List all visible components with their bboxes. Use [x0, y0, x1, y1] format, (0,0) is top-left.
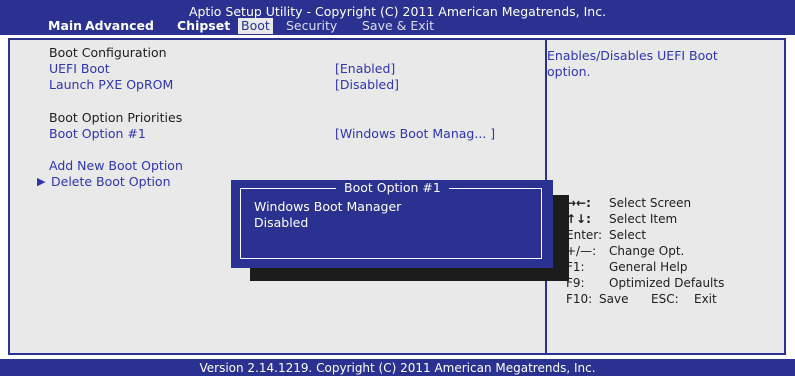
tab-security[interactable]: Security	[283, 18, 340, 34]
tab-boot[interactable]: Boot	[238, 18, 273, 34]
arrows-left-right-icon: →←:	[566, 196, 591, 210]
title-bar: Aptio Setup Utility - Copyright (C) 2011…	[0, 0, 795, 35]
tab-main[interactable]: Main	[45, 18, 85, 34]
tab-chipset[interactable]: Chipset	[174, 18, 233, 34]
app-title: Aptio Setup Utility - Copyright (C) 2011…	[188, 4, 607, 19]
key-row-select-screen: →←: Select Screen	[556, 195, 781, 211]
submenu-arrow-icon: ▶	[37, 175, 46, 188]
key-desc: Select	[609, 228, 647, 242]
tab-advanced[interactable]: Advanced	[82, 18, 157, 34]
delete-boot-option[interactable]: Delete Boot Option	[51, 174, 171, 189]
boot-option-1-label[interactable]: Boot Option #1	[49, 126, 146, 141]
arrows-up-down-icon: ↑↓:	[566, 212, 591, 226]
uefi-boot-value[interactable]: [Enabled]	[335, 61, 395, 76]
boot-option-popup: Boot Option #1 Windows Boot Manager Disa…	[231, 180, 553, 268]
key-legend: →←: Select Screen ↑↓: Select Item Enter:…	[556, 195, 781, 307]
menu-bar: Main Advanced Chipset Boot Security Save…	[0, 18, 795, 35]
key-row-enter: Enter: Select	[556, 227, 781, 243]
key-desc: Select Screen	[609, 196, 692, 210]
popup-option-disabled[interactable]: Disabled	[254, 215, 308, 230]
boot-configuration-heading: Boot Configuration	[49, 45, 167, 60]
launch-pxe-label[interactable]: Launch PXE OpROM	[49, 77, 173, 92]
key-desc: Optimized Defaults	[609, 276, 725, 290]
key-desc: Change Opt.	[609, 244, 685, 258]
tab-save-exit[interactable]: Save & Exit	[359, 18, 437, 34]
version-text: Version 2.14.1219. Copyright (C) 2011 Am…	[199, 361, 596, 375]
help-line-1: Enables/Disables UEFI Boot	[547, 48, 718, 63]
add-new-boot-option[interactable]: Add New Boot Option	[49, 158, 183, 173]
key-label: F10:	[566, 292, 593, 306]
uefi-boot-label[interactable]: UEFI Boot	[49, 61, 110, 76]
key-label: ESC:	[651, 292, 679, 306]
boot-priorities-heading: Boot Option Priorities	[49, 110, 183, 125]
help-line-2: option.	[547, 64, 591, 79]
key-desc: Save	[599, 292, 629, 306]
footer-bar: Version 2.14.1219. Copyright (C) 2011 Am…	[0, 359, 795, 376]
key-desc: General Help	[609, 260, 688, 274]
key-label: Enter:	[566, 228, 603, 242]
popup-option-windows-boot-manager[interactable]: Windows Boot Manager	[254, 199, 401, 214]
bios-screen: Aptio Setup Utility - Copyright (C) 2011…	[0, 0, 795, 376]
key-desc: Select Item	[609, 212, 678, 226]
key-label: +/—:	[566, 244, 597, 258]
key-row-f10-esc: F10: Save ESC: Exit	[556, 291, 781, 307]
key-row-change-opt: +/—: Change Opt.	[556, 243, 781, 259]
key-row-f1: F1: General Help	[556, 259, 781, 275]
key-desc: Exit	[694, 292, 717, 306]
boot-option-1-value[interactable]: [Windows Boot Manag... ]	[335, 126, 495, 141]
key-row-select-item: ↑↓: Select Item	[556, 211, 781, 227]
launch-pxe-value[interactable]: [Disabled]	[335, 77, 399, 92]
popup-title: Boot Option #1	[336, 180, 449, 195]
key-row-f9: F9: Optimized Defaults	[556, 275, 781, 291]
